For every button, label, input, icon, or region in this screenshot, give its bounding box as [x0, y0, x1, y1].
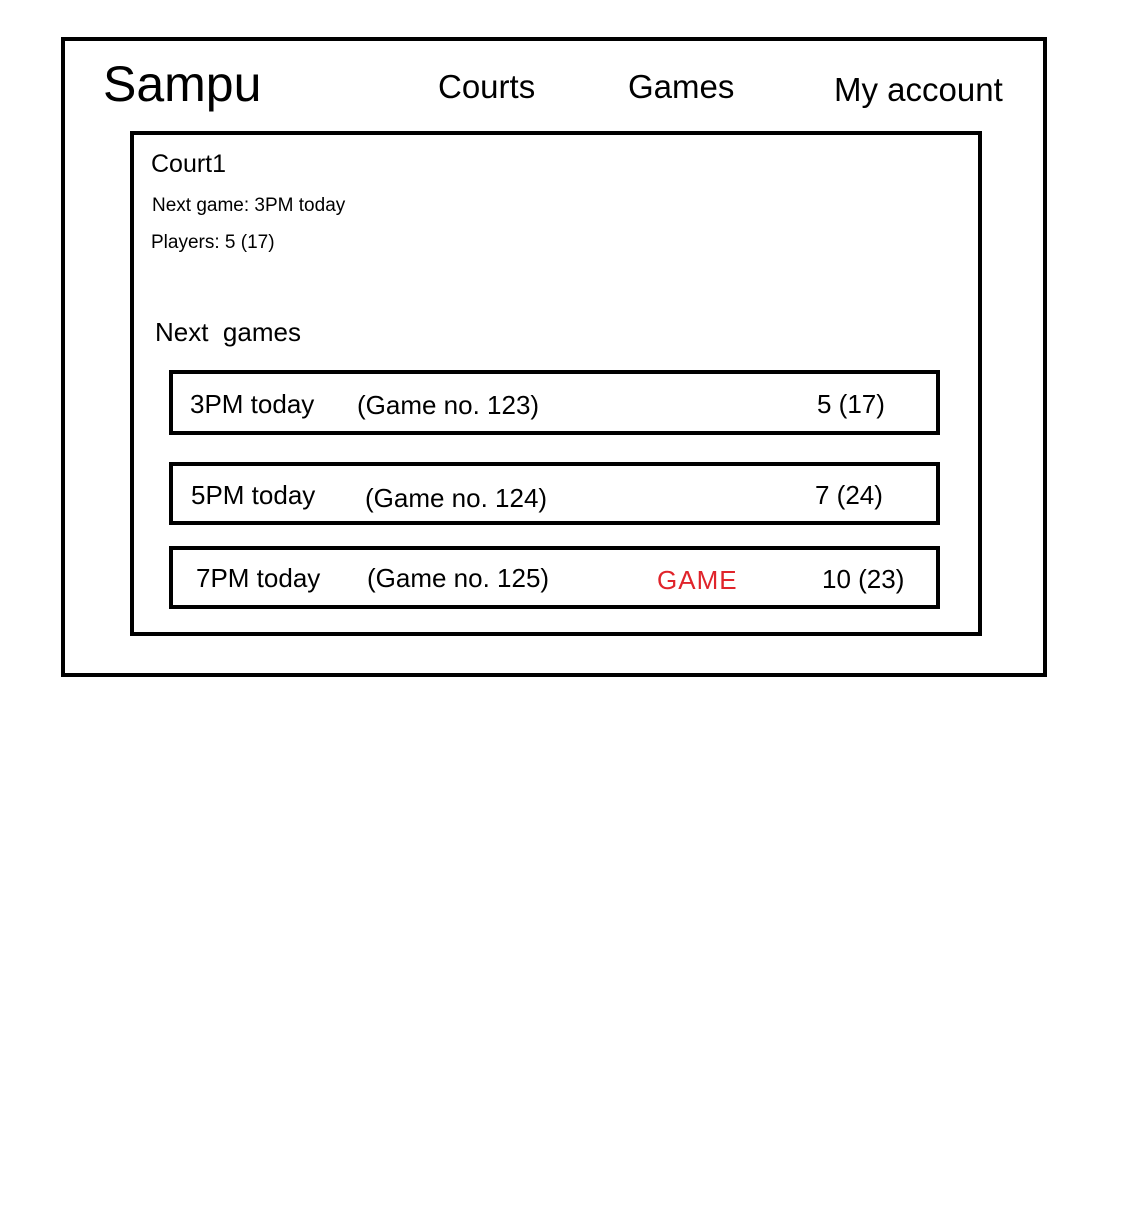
game-row-number: (Game no. 125): [367, 563, 550, 593]
nav-courts[interactable]: Courts: [438, 67, 535, 107]
game-row-players: 5 (17): [817, 389, 885, 419]
next-games-heading: Next games: [155, 317, 301, 347]
court-next-game: Next game: 3PM today: [152, 195, 346, 216]
game-row-time: 3PM today: [190, 389, 315, 419]
game-row-players: 7 (24): [815, 480, 883, 510]
nav-my-account[interactable]: My account: [834, 70, 1003, 110]
game-row-time: 7PM today: [196, 563, 321, 593]
court-players: Players: 5 (17): [151, 232, 275, 253]
game-row-number: (Game no. 123): [357, 390, 540, 420]
game-row-players: 10 (23): [822, 564, 905, 594]
game-row-number: (Game no. 124): [365, 483, 548, 513]
game-row-tag: GAME: [657, 565, 738, 595]
game-row-time: 5PM today: [191, 480, 316, 510]
brand-logo[interactable]: Sampu: [103, 54, 261, 114]
court-title: Court1: [151, 150, 227, 178]
nav-games[interactable]: Games: [628, 67, 734, 107]
